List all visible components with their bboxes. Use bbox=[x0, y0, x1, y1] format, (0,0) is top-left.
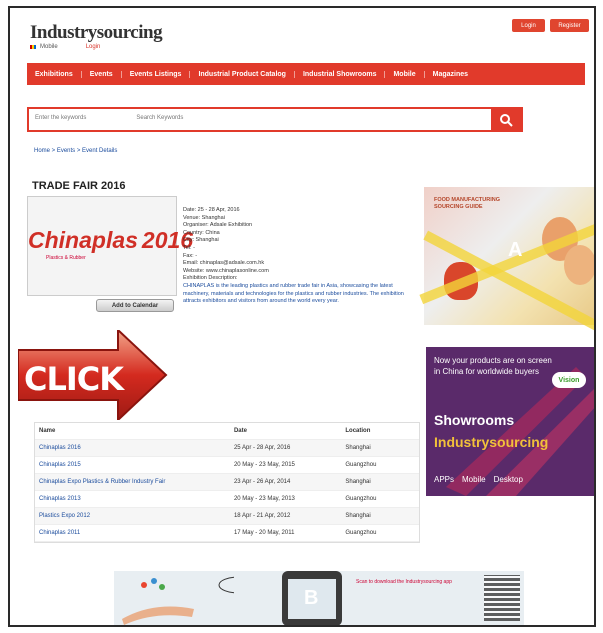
event-logo-box: Chinaplas 2016 Plastics & Rubber bbox=[27, 196, 193, 296]
nav-item-product-catalog[interactable]: Industrial Product Catalog bbox=[190, 70, 295, 78]
table-header-row: Name Date Location bbox=[35, 423, 419, 440]
table-row[interactable]: Chinaplas 2013 20 May - 23 May, 2013 Gua… bbox=[35, 491, 419, 508]
logo-sub-left[interactable]: Mobile bbox=[40, 44, 58, 50]
detail-line: Date: 25 - 28 Apr, 2016 bbox=[183, 207, 240, 213]
event-location: Shanghai bbox=[345, 445, 371, 451]
event-details: Date: 25 - 28 Apr, 2016 Venue: Shanghai … bbox=[183, 207, 405, 306]
nav-item-events-listings[interactable]: Events Listings bbox=[122, 70, 191, 78]
table-row[interactable]: Chinaplas Expo Plastics & Rubber Industr… bbox=[35, 474, 419, 491]
column-header-location: Location bbox=[345, 428, 371, 434]
column-header-date: Date bbox=[233, 428, 247, 434]
ad-right-line2: Industrysourcing bbox=[434, 434, 549, 450]
event-date: 20 May - 23 May, 2015 bbox=[233, 462, 295, 468]
ad-b-text: Scan to download the Industrysourcing ap… bbox=[356, 579, 452, 585]
search-icon bbox=[500, 113, 513, 127]
logo-sub-right[interactable]: Login bbox=[86, 44, 101, 50]
event-description: CHINAPLAS is the leading plastics and ru… bbox=[183, 282, 404, 305]
table-row[interactable]: Chinaplas 2016 25 Apr - 28 Apr, 2016 Sha… bbox=[35, 440, 419, 457]
event-date: 23 Apr - 26 Apr, 2014 bbox=[233, 479, 291, 485]
event-location: Guangzhou bbox=[345, 496, 377, 502]
ad-a-headline: FOOD MANUFACTURING SOURCING GUIDE bbox=[434, 197, 500, 210]
column-header-name: Name bbox=[39, 428, 56, 434]
ad-a-label: A bbox=[508, 239, 523, 261]
event-date: 18 Apr - 21 Apr, 2012 bbox=[233, 513, 291, 519]
add-to-calendar-button[interactable]: Add to Calendar bbox=[96, 299, 174, 312]
ad-right-platforms: APPs Mobile Desktop bbox=[434, 475, 523, 484]
event-location: Shanghai bbox=[345, 513, 371, 519]
nav-item-magazines[interactable]: Magazines bbox=[425, 71, 476, 78]
search-input[interactable]: Enter the keywords Search Keywords bbox=[29, 109, 491, 130]
table-row[interactable]: Chinaplas 2011 17 May - 20 May, 2011 Gua… bbox=[35, 525, 419, 542]
detail-line: Exhibition Description: bbox=[183, 275, 238, 282]
page-frame: Industrysourcing Mobile Login Login Regi… bbox=[8, 6, 596, 627]
platform-desktop: Desktop bbox=[493, 475, 523, 484]
event-name-link[interactable]: Chinaplas 2013 bbox=[35, 496, 234, 502]
logo-subline: Mobile Login bbox=[30, 44, 100, 50]
event-name-link[interactable]: Plastics Expo 2012 bbox=[35, 513, 234, 519]
event-date: 25 Apr - 28 Apr, 2016 bbox=[233, 445, 291, 451]
ad-right-headline: Showrooms Industrysourcing bbox=[434, 409, 548, 453]
event-location: Guangzhou bbox=[345, 530, 377, 536]
related-events-table: Name Date Location Chinaplas 2016 25 Apr… bbox=[34, 422, 420, 543]
nav-item-mobile[interactable]: Mobile bbox=[385, 70, 425, 78]
main-nav: Exhibitions Events Events Listings Indus… bbox=[27, 63, 585, 85]
event-date: 20 May - 23 May, 2013 bbox=[233, 496, 295, 502]
detail-line: City: Shanghai bbox=[183, 237, 219, 244]
ad-b-label: B bbox=[304, 587, 319, 609]
event-name-link[interactable]: Chinaplas 2015 bbox=[35, 462, 234, 468]
nav-item-events[interactable]: Events bbox=[82, 70, 122, 78]
register-button[interactable]: Register bbox=[550, 19, 589, 32]
event-name-link[interactable]: Chinaplas 2011 bbox=[35, 530, 234, 536]
click-label: CLICK bbox=[24, 360, 124, 398]
detail-line: Organiser: Adsale Exhibition bbox=[183, 222, 253, 229]
hand-graphic-icon bbox=[122, 576, 234, 625]
event-location: Guangzhou bbox=[345, 462, 377, 468]
ad-banner-b[interactable]: B Scan to download the Industrysourcing … bbox=[114, 571, 524, 625]
event-name-link[interactable]: Chinaplas Expo Plastics & Rubber Industr… bbox=[35, 479, 234, 485]
search-placeholder-right: Search Keywords bbox=[136, 115, 184, 121]
event-location: Shanghai bbox=[345, 479, 371, 485]
event-logo: Chinaplas 2016 bbox=[28, 227, 193, 254]
qr-code-icon bbox=[484, 575, 520, 621]
site-logo[interactable]: Industrysourcing bbox=[30, 22, 163, 44]
flag-icon bbox=[30, 45, 36, 49]
table-row[interactable]: Plastics Expo 2012 18 Apr - 21 Apr, 2012… bbox=[35, 508, 419, 525]
event-logo-name: Chinaplas bbox=[28, 227, 138, 253]
event-logo-sub: Plastics & Rubber bbox=[46, 255, 86, 261]
search-placeholder-left: Enter the keywords bbox=[35, 115, 87, 121]
search-bar: Enter the keywords Search Keywords bbox=[27, 107, 523, 132]
ad-right-line1: Showrooms bbox=[434, 412, 515, 428]
detail-line: Tel: - bbox=[183, 244, 195, 251]
login-button[interactable]: Login bbox=[512, 19, 545, 32]
ad-right-badge: Vision bbox=[552, 372, 586, 388]
detail-line[interactable]: Email: chinaplas@adsale.com.hk bbox=[183, 260, 405, 268]
detail-line[interactable]: Website: www.chinaplasonline.com bbox=[183, 268, 405, 276]
detail-line: Venue: Shanghai bbox=[183, 214, 225, 221]
ad-banner-showrooms[interactable]: Now your products are on screen in China… bbox=[426, 347, 594, 496]
nav-item-showrooms[interactable]: Industrial Showrooms bbox=[295, 70, 386, 78]
detail-line: Country: China bbox=[183, 229, 220, 236]
platform-apps: APPs bbox=[434, 475, 455, 484]
event-name-link[interactable]: Chinaplas 2016 bbox=[35, 445, 234, 451]
nav-item-exhibitions[interactable]: Exhibitions bbox=[27, 70, 82, 78]
egg-graphic bbox=[564, 245, 594, 285]
breadcrumb[interactable]: Home > Events > Event Details bbox=[34, 148, 117, 154]
ad-right-top-text: Now your products are on screen in China… bbox=[434, 356, 552, 376]
platform-mobile: Mobile bbox=[462, 475, 486, 484]
page-title: TRADE FAIR 2016 bbox=[32, 180, 126, 192]
search-button[interactable] bbox=[491, 109, 521, 130]
detail-line: Fax: - bbox=[183, 252, 198, 259]
event-date: 17 May - 20 May, 2011 bbox=[233, 530, 295, 536]
table-row[interactable]: Chinaplas 2015 20 May - 23 May, 2015 Gua… bbox=[35, 457, 419, 474]
ad-banner-a[interactable]: FOOD MANUFACTURING SOURCING GUIDE A bbox=[419, 187, 594, 334]
